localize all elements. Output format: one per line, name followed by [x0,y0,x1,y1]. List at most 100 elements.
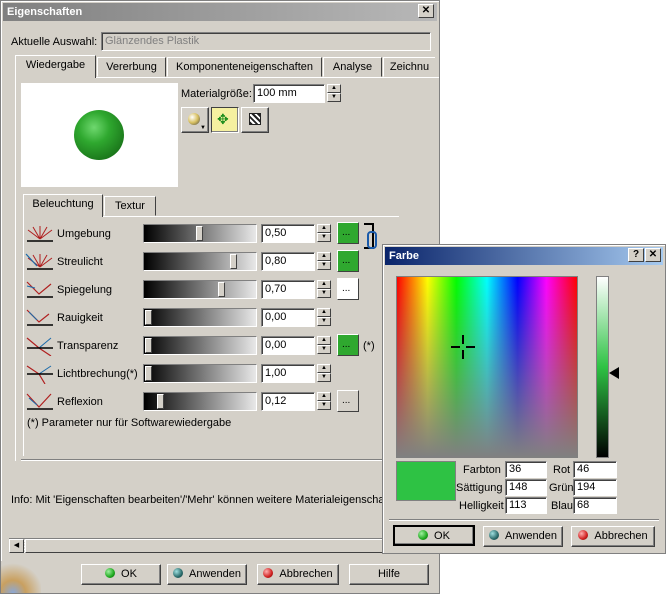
slider-thumb[interactable] [230,254,237,269]
saturation-input[interactable]: 148 [505,479,547,496]
link-icon[interactable] [364,223,377,275]
light-source-button[interactable]: ▼ [181,107,209,133]
film-button[interactable] [241,107,269,133]
clapperboard-icon [249,113,261,125]
property-row: Reflexion 0,12 ▲ ▼ ... [25,389,405,417]
property-row: Streulicht 0,80 ▲ ▼ ... [25,249,405,277]
color-swatch-button[interactable]: ... [337,278,359,300]
property-row: Umgebung 0,50 ▲ ▼ ... [25,221,405,249]
color-spectrum[interactable] [396,276,578,458]
saturation-label: Sättigung [456,482,503,494]
property-value-spinner[interactable]: ▲ ▼ [317,392,331,411]
lightness-strip[interactable] [596,276,609,458]
property-value-spinner[interactable]: ▲ ▼ [317,336,331,355]
color-dialog-title-bar: Farbe [385,247,663,265]
property-slider[interactable] [143,224,257,243]
color-dialog-title: Farbe [389,250,419,262]
color-apply-button[interactable]: Anwenden [483,526,563,547]
swatch-ellipsis: ... [342,227,351,238]
color-ok-label: OK [434,530,450,542]
slider-thumb[interactable] [145,338,152,353]
color-swatch-button[interactable]: ... [337,334,359,356]
color-ok-button[interactable]: OK [393,525,475,546]
close-icon[interactable]: ✕ [418,4,434,18]
red-input[interactable]: 46 [573,461,617,478]
scroll-left-button[interactable]: ◀ [9,539,24,553]
tab-beleuchtung[interactable]: Beleuchtung [23,194,103,217]
color-cancel-label: Abbrechen [594,530,648,542]
property-row: Rauigkeit 0,00 ▲ ▼ [25,305,405,333]
property-value-input[interactable]: 0,80 [261,252,315,271]
current-selection-field: Glänzendes Plastik [101,32,431,51]
property-label: Rauigkeit [57,312,103,324]
lightness-input[interactable]: 113 [505,497,547,514]
property-value-spinner[interactable]: ▲ ▼ [317,364,331,383]
lightness-pointer-icon[interactable] [609,367,619,379]
roughness-icon [26,309,53,326]
property-slider[interactable] [143,364,257,383]
property-slider[interactable] [143,252,257,271]
color-cancel-button[interactable]: Abbrechen [571,526,655,547]
property-slider[interactable] [143,280,257,299]
apply-button[interactable]: Anwenden [167,564,247,585]
properties-title-bar: Eigenschaften [3,3,437,21]
property-value-spinner[interactable]: ▲ ▼ [317,252,331,271]
slider-thumb[interactable] [145,366,152,381]
color-swatch-button[interactable]: ... [337,222,359,244]
red-label: Rot [553,464,571,476]
fit-size-button[interactable]: ✥ [211,107,239,133]
apply-button-label: Anwenden [189,568,241,580]
property-row: Transparenz 0,00 ▲ ▼ ... (*) [25,333,405,361]
green-input[interactable]: 194 [573,479,617,496]
property-row: Spiegelung 0,70 ▲ ▼ ... [25,277,405,305]
help-icon[interactable]: ? [628,248,644,262]
cancel-button[interactable]: Abbrechen [257,564,339,585]
tab-textur[interactable]: Textur [104,196,156,216]
hue-input[interactable]: 36 [505,461,547,478]
blue-label: Blau [551,500,574,512]
property-value-input[interactable]: 0,00 [261,308,315,327]
swatch-ellipsis: ... [342,339,351,350]
property-slider[interactable] [143,336,257,355]
property-label: Spiegelung [57,284,113,296]
property-value-input[interactable]: 0,12 [261,392,315,411]
property-value-input[interactable]: 0,00 [261,336,315,355]
cancel-button-label: Abbrechen [279,568,333,580]
slider-thumb[interactable] [157,394,164,409]
property-value-input[interactable]: 1,00 [261,364,315,383]
close-icon[interactable]: ✕ [645,248,661,262]
current-selection-label: Aktuelle Auswahl: [11,36,98,48]
specular-light-icon [26,281,53,298]
horizontal-scrollbar[interactable]: ◀ [9,538,435,553]
separator [389,519,659,521]
slider-thumb[interactable] [196,226,203,241]
blue-input[interactable]: 68 [573,497,617,514]
color-swatch-button[interactable]: ... [337,390,359,412]
tab-komponenteneigenschaften[interactable]: Komponenteneigenschaften [167,57,322,77]
ok-button[interactable]: OK [81,564,161,585]
property-value-spinner[interactable]: ▲ ▼ [317,224,331,243]
scroll-thumb[interactable] [25,539,401,553]
color-swatch-button[interactable]: ... [337,250,359,272]
sphere-icon [188,113,200,125]
property-value-spinner[interactable]: ▲ ▼ [317,280,331,299]
properties-window-title: Eigenschaften [7,6,83,18]
refraction-icon [26,365,53,384]
property-value-spinner[interactable]: ▲ ▼ [317,308,331,327]
slider-thumb[interactable] [218,282,225,297]
property-slider[interactable] [143,392,257,411]
property-label: Transparenz [57,340,119,352]
property-value-input[interactable]: 0,70 [261,280,315,299]
property-value-input[interactable]: 0,50 [261,224,315,243]
slider-thumb[interactable] [145,310,152,325]
material-size-input[interactable]: 100 mm [253,84,325,103]
tab-wiedergabe[interactable]: Wiedergabe [15,55,96,78]
material-size-spinner[interactable]: ▲ ▼ [327,84,341,103]
tab-zeichnung[interactable]: Zeichnu [383,57,435,77]
material-size-label: Materialgröße: [181,88,252,100]
tab-analyse[interactable]: Analyse [323,57,382,77]
cancel-dot-icon [263,568,274,578]
property-slider[interactable] [143,308,257,327]
tab-vererbung[interactable]: Vererbung [97,57,166,77]
help-button[interactable]: Hilfe [349,564,429,585]
